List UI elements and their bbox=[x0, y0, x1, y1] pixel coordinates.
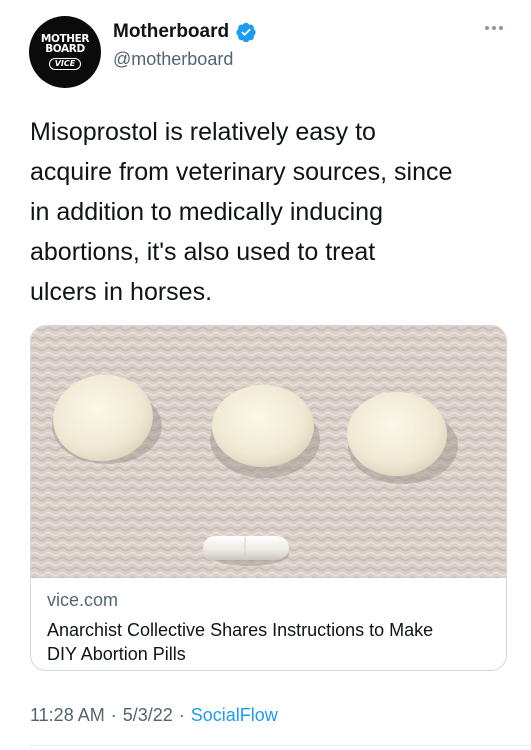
tweet-time[interactable]: 11:28 AM bbox=[30, 705, 105, 726]
link-card-meta: vice.com Anarchist Collective Shares Ins… bbox=[47, 588, 494, 666]
avatar-text-line2: BOARD bbox=[45, 43, 85, 55]
verified-badge-icon bbox=[235, 21, 257, 43]
tweet-text: Misoprostol is relatively easy to acquir… bbox=[30, 118, 453, 306]
tweet-date[interactable]: 5/3/22 bbox=[123, 705, 173, 726]
more-options-icon[interactable] bbox=[479, 20, 509, 36]
link-card[interactable]: vice.com Anarchist Collective Shares Ins… bbox=[30, 325, 507, 671]
author-display-name[interactable]: Motherboard bbox=[113, 21, 229, 43]
link-card-title: Anarchist Collective Shares Instructions… bbox=[47, 620, 434, 664]
footer-separator: · bbox=[110, 705, 117, 725]
tweet-source-link[interactable]: SocialFlow bbox=[191, 705, 278, 726]
divider bbox=[30, 745, 531, 746]
tweet-footer: 11:28 AM · 5/3/22 · SocialFlow bbox=[30, 705, 278, 726]
link-card-domain: vice.com bbox=[47, 590, 119, 610]
avatar-brand: VICE bbox=[48, 58, 82, 70]
author-name-row: Motherboard bbox=[113, 21, 257, 43]
author-handle[interactable]: @motherboard bbox=[113, 49, 233, 70]
avatar[interactable]: MOTHER BOARD VICE bbox=[29, 16, 101, 88]
link-card-image bbox=[31, 326, 506, 578]
footer-separator: · bbox=[178, 705, 185, 725]
tweet: MOTHER BOARD VICE Motherboard @motherboa… bbox=[0, 0, 531, 750]
